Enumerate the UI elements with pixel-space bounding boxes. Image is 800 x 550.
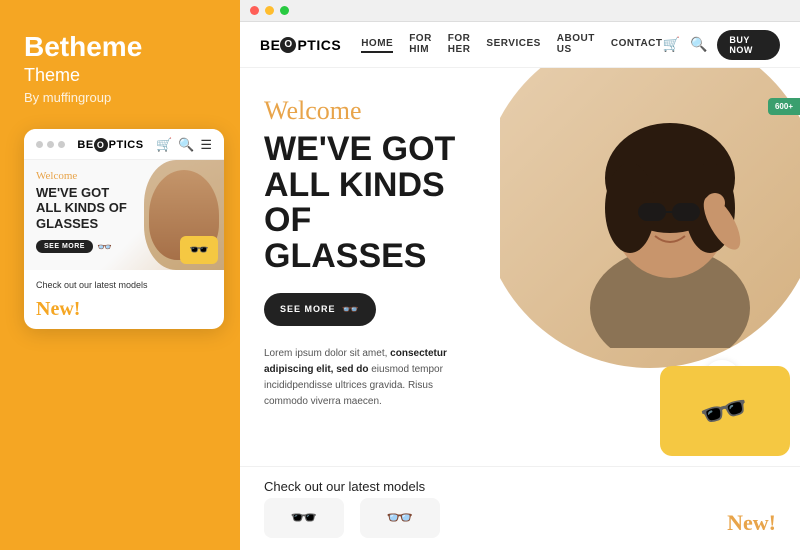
mobile-dot-2 (47, 141, 54, 148)
nav-link-for-him[interactable]: FOR HIM (409, 33, 432, 57)
nav-links: HOME FOR HIM FOR HER SERVICES ABOUT US C… (361, 33, 662, 57)
right-panel: BEOPTICS HOME FOR HIM FOR HER SERVICES A… (240, 0, 800, 550)
glasses-preview-1: 🕶️ (264, 498, 344, 538)
nav-buy-button[interactable]: BUY NOW (717, 30, 780, 60)
glasses-preview-2: 👓 (360, 498, 440, 538)
counter-number: 600+ (775, 102, 793, 111)
mobile-nav: BEOPTICS 🛒 🔍 ☰ (24, 129, 224, 160)
hero-section: Welcome WE'VE GOT ALL KINDS OF GLASSES S… (240, 68, 500, 466)
nav-logo: BEOPTICS (260, 37, 341, 53)
nav-link-for-her[interactable]: FOR HER (448, 33, 471, 57)
mobile-glasses-icon: 👓 (97, 240, 112, 254)
hero-see-more-label: SEE MORE (280, 304, 336, 314)
nav-link-services[interactable]: SERVICES (486, 38, 540, 51)
mobile-check-text: Check out our latest models (24, 270, 224, 296)
left-panel: Betheme Theme By muffingroup BEOPTICS 🛒 … (0, 0, 240, 550)
mobile-menu-icon: ☰ (200, 137, 212, 153)
brand-name: Betheme (24, 32, 142, 63)
mobile-hero: Welcome WE'VE GOT ALL KINDS OF GLASSES 🕶… (24, 160, 224, 270)
nav-logo-circle: O (280, 37, 296, 53)
hero-image-area: ▶ 🕶️ 600+ (500, 68, 800, 466)
nav-link-about[interactable]: ABOUT US (557, 33, 595, 57)
hero-welcome: Welcome (264, 96, 476, 126)
browser-minimize-dot (265, 6, 274, 15)
mobile-dot-3 (58, 141, 65, 148)
hero-person-image (540, 68, 800, 348)
bottom-check-text: Check out our latest models (264, 479, 776, 494)
counter-badge: 600+ (768, 98, 800, 115)
mobile-mockup: BEOPTICS 🛒 🔍 ☰ Welcome WE'VE GOT ALL KIN… (24, 129, 224, 329)
mobile-cart-icon: 🛒 (156, 137, 172, 153)
mobile-see-btn-label[interactable]: SEE MORE (36, 240, 93, 253)
main-content: Welcome WE'VE GOT ALL KINDS OF GLASSES S… (240, 68, 800, 466)
browser-close-dot (250, 6, 259, 15)
hero-description: Lorem ipsum dolor sit amet, consectetur … (264, 346, 476, 410)
mobile-dot-1 (36, 141, 43, 148)
brand-theme: Theme (24, 65, 80, 86)
mobile-logo: BEOPTICS (77, 138, 143, 152)
nav-link-home[interactable]: HOME (361, 38, 393, 51)
bottom-new-label: New! (727, 510, 776, 536)
hero-headline: WE'VE GOT ALL KINDS OF GLASSES (264, 132, 476, 275)
hero-see-more-button[interactable]: SEE MORE 👓 (264, 293, 376, 326)
mobile-new-label: New! (24, 296, 224, 329)
nav-search-icon[interactable]: 🔍 (690, 36, 707, 53)
hero-glasses-icon: 👓 (342, 301, 360, 318)
mobile-logo-circle: O (94, 138, 108, 152)
glasses-card-image: 🕶️ (695, 382, 755, 440)
desktop-nav: BEOPTICS HOME FOR HIM FOR HER SERVICES A… (240, 22, 800, 68)
hero-cta: SEE MORE 👓 (264, 293, 476, 326)
mobile-search-icon: 🔍 (178, 137, 194, 153)
glasses-card: 🕶️ (660, 366, 790, 456)
bottom-glasses-preview: 🕶️ 👓 (264, 498, 776, 538)
mobile-glasses-thumbnail: 🕶️ (180, 236, 218, 264)
nav-actions: 🛒 🔍 BUY NOW (663, 30, 781, 60)
browser-chrome (240, 0, 800, 22)
person-svg (550, 78, 790, 348)
mobile-dots (36, 141, 65, 148)
nav-link-contact[interactable]: CONTACT (611, 38, 663, 51)
nav-cart-icon[interactable]: 🛒 (663, 36, 680, 53)
browser-maximize-dot (280, 6, 289, 15)
brand-by: By muffingroup (24, 90, 111, 105)
bottom-section: Check out our latest models 🕶️ 👓 New! (240, 466, 800, 550)
mobile-nav-icons: 🛒 🔍 ☰ (156, 137, 212, 153)
mobile-hero-headline: WE'VE GOT ALL KINDS OF GLASSES (36, 185, 133, 232)
